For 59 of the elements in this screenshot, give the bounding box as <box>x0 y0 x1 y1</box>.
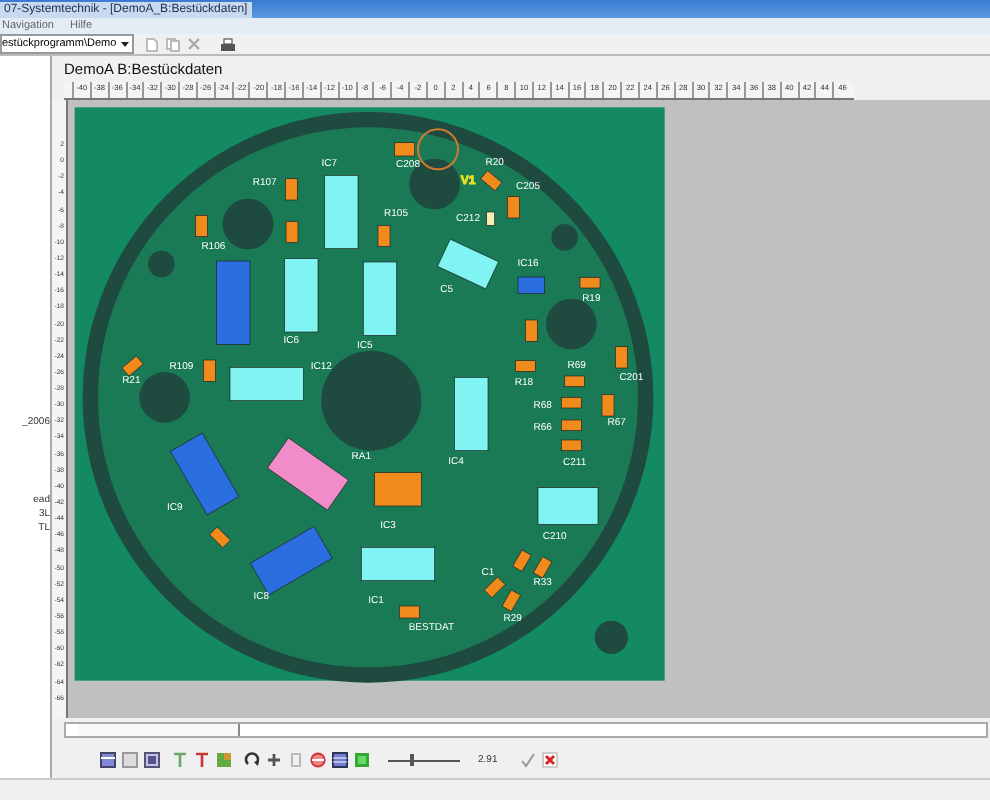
component-marker[interactable] <box>121 355 144 377</box>
pin-icon[interactable] <box>172 752 188 769</box>
component-marker[interactable] <box>209 526 231 548</box>
printer-icon[interactable] <box>220 37 237 51</box>
component-marker[interactable] <box>195 214 208 237</box>
component-marker[interactable] <box>507 196 520 219</box>
board-hole <box>139 371 190 423</box>
component-marker[interactable] <box>285 220 299 243</box>
component-marker[interactable] <box>615 346 628 369</box>
board-hole <box>594 620 628 654</box>
component-marker[interactable] <box>537 487 599 525</box>
component-marker[interactable] <box>512 549 532 572</box>
component-marker[interactable] <box>374 472 422 507</box>
component-marker[interactable] <box>285 178 298 201</box>
rotate-icon[interactable] <box>244 752 260 769</box>
window-icon[interactable] <box>100 752 116 769</box>
component-marker[interactable] <box>517 276 545 294</box>
dropdown-caret-icon[interactable] <box>120 40 131 48</box>
component-marker[interactable] <box>533 556 553 579</box>
component-marker[interactable] <box>579 276 601 289</box>
component-marker[interactable] <box>216 260 251 345</box>
board-hole <box>222 198 274 250</box>
component-marker[interactable] <box>601 394 615 417</box>
component-marker[interactable] <box>561 396 582 409</box>
component-marker[interactable] <box>229 366 304 401</box>
component-marker[interactable] <box>284 258 319 333</box>
scroll-thumb[interactable] <box>78 724 240 737</box>
table-icon[interactable] <box>332 752 348 769</box>
circle-icon[interactable] <box>310 752 326 769</box>
frame-icon[interactable] <box>144 752 160 769</box>
close-icon[interactable] <box>541 752 558 769</box>
board-hole <box>148 250 175 278</box>
component-marker[interactable] <box>203 359 216 382</box>
component-marker[interactable] <box>377 224 391 247</box>
component-marker[interactable] <box>483 576 506 598</box>
board-hole <box>551 223 578 251</box>
square-icon[interactable] <box>216 752 232 769</box>
component-marker[interactable] <box>399 605 420 619</box>
component-marker[interactable] <box>324 174 359 249</box>
horizontal-scrollbar[interactable] <box>64 722 988 739</box>
component-marker[interactable] <box>394 142 415 157</box>
plus-icon[interactable] <box>266 752 282 769</box>
component-marker[interactable] <box>363 261 397 336</box>
component-marker[interactable] <box>525 319 538 342</box>
component-marker[interactable] <box>501 589 521 612</box>
component-marker[interactable] <box>480 170 503 191</box>
board-hole <box>546 298 597 350</box>
zoom-slider[interactable] <box>388 752 460 769</box>
pin-icon[interactable] <box>194 752 210 769</box>
component-marker[interactable] <box>361 546 435 581</box>
checkmark-icon[interactable] <box>519 752 536 769</box>
component-marker[interactable] <box>486 211 495 226</box>
component-marker[interactable] <box>561 419 582 431</box>
component-marker[interactable] <box>515 360 536 372</box>
component-marker[interactable] <box>561 439 582 451</box>
component-marker[interactable] <box>454 376 489 451</box>
selection-ring-icon <box>417 128 459 171</box>
slider-thumb[interactable] <box>409 754 414 767</box>
component-marker[interactable] <box>564 375 585 387</box>
